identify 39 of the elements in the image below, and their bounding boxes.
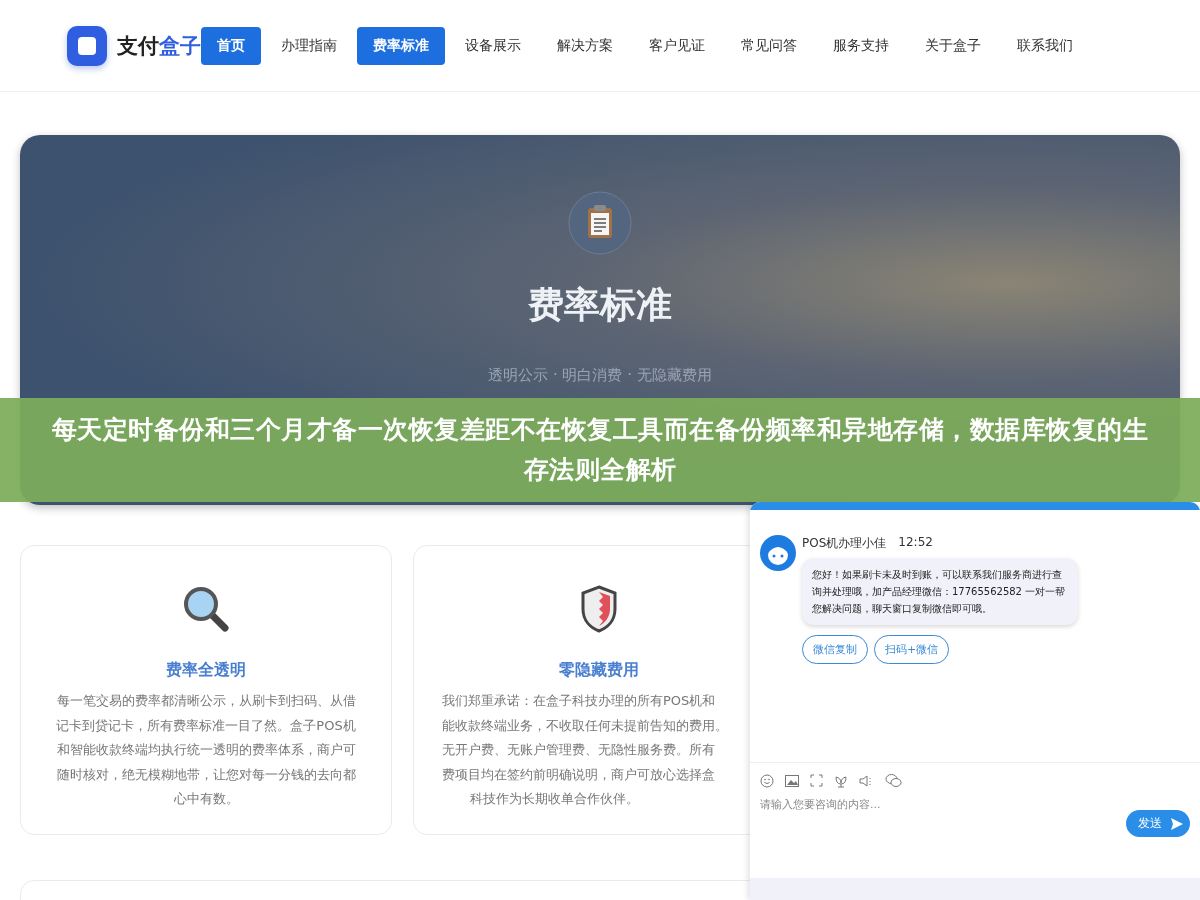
fullscreen-icon[interactable] — [810, 774, 823, 787]
emoji-icon[interactable] — [760, 773, 774, 788]
card-text: 每一笔交易的费率都清晰公示，从刷卡到扫码、从借记卡到贷记卡，所有费率标准一目了然。盒子POS机和智能收款终端均执行统一透明的费率体系，商户可随时核对，绝无模糊地带，让您对每一分钱的去向都心中有数。 — [56, 692, 356, 808]
card-title: 零隐藏费用 — [559, 660, 639, 681]
card-text: 能收款终端业务，不收取任何未提前告知的费用。 — [442, 716, 728, 735]
nav-link[interactable]: 办理指南 — [265, 26, 353, 65]
wechat-icon[interactable] — [885, 773, 902, 788]
sender-name: POS机办理小佳 — [802, 535, 887, 552]
card-title: 费率全透明 — [166, 660, 246, 681]
shield-icon — [579, 584, 619, 634]
card-text: 我们郑重承诺：在盒子科技办理的所有POS机和 — [442, 692, 717, 710]
card-text: 科技作为长期收单合作伙伴。 — [469, 790, 640, 808]
logo-text[interactable]: 支付盒子 — [117, 31, 201, 60]
quick-reply-button[interactable]: 扫码+微信 — [874, 635, 950, 664]
quick-reply-button[interactable]: 微信复制 — [802, 635, 868, 664]
nav-link[interactable]: 设备展示 — [449, 26, 537, 65]
headline: 每天定时备份和三个月才备一次恢复差距不在恢复工具而在备份频率和异地存储，数据库恢复的生存法则全解析 — [50, 414, 1150, 486]
flower-icon[interactable] — [834, 773, 848, 788]
card-text: 无开户费、无账户管理费、无隐性服务费。所有 — [442, 741, 716, 759]
message-time: 12:52 — [898, 535, 933, 551]
send-icon — [1170, 816, 1184, 831]
agent-avatar-icon — [760, 535, 796, 571]
nav-link[interactable]: 费率标准 — [357, 26, 445, 65]
hero-title: 费率标准 — [528, 283, 672, 327]
card-text: 费项目均在签约前明确说明，商户可放心选择盒 — [442, 765, 716, 784]
hero-subtitle: 透明公示 · 明白消费 · 无隐藏费用 — [488, 366, 712, 385]
clipboard-icon — [568, 191, 632, 255]
nav-link[interactable]: 解决方案 — [541, 26, 629, 65]
image-icon[interactable] — [785, 774, 799, 787]
message-bubble: 您好！如果刷卡未及时到账，可以联系我们服务商进行查询并处理哦，加产品经理微信：17765562582 一对一帮您解决问题，聊天窗口复制微信即可哦。 — [802, 558, 1078, 625]
nav-link[interactable]: 首页 — [201, 26, 261, 65]
magnifier-icon — [181, 584, 231, 634]
nav-link[interactable]: 联系我们 — [1001, 26, 1089, 65]
nav-link[interactable]: 服务支持 — [817, 26, 905, 65]
logo-icon — [67, 25, 107, 66]
speaker-icon[interactable] — [859, 773, 874, 788]
nav-link[interactable]: 常见问答 — [725, 26, 813, 65]
nav-link[interactable]: 关于盒子 — [909, 26, 997, 65]
nav-link[interactable]: 客户见证 — [633, 26, 721, 65]
